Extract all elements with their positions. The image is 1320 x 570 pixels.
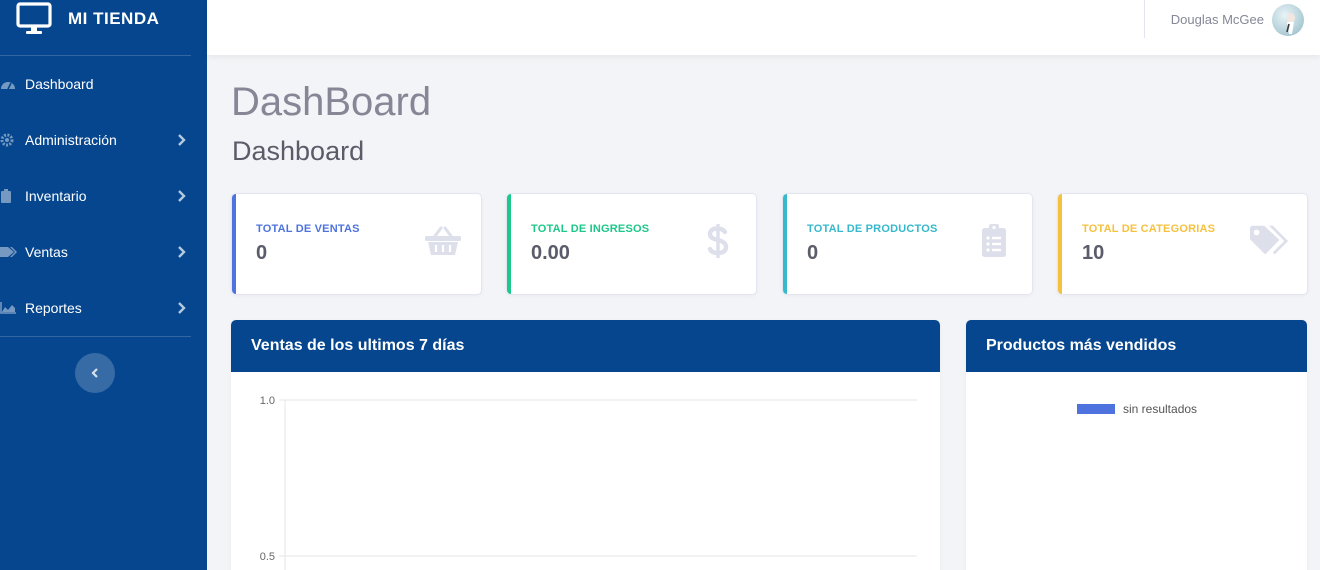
chart-legend-item[interactable]: sin resultados [1077,402,1197,416]
tachometer-icon [0,77,22,91]
sidebar-item-dashboard[interactable]: Dashboard [0,56,207,112]
card-label: TOTAL DE CATEGORIAS [1082,223,1216,235]
dollar-icon [698,224,738,258]
chevron-right-icon [178,190,186,202]
user-name[interactable]: Douglas McGee [1171,12,1264,27]
gear-icon [0,133,22,147]
chevron-right-icon [178,302,186,314]
y-tick-label: 0.5 [260,551,275,563]
panel-title: Ventas de los ultimos 7 días [231,320,940,372]
card-accent [1058,194,1062,294]
sidebar-item-reportes[interactable]: Reportes [0,280,207,336]
brand-title: MI TIENDA [68,8,160,28]
clipboard-icon [0,189,22,203]
sidebar-item-inventario[interactable]: Inventario [0,168,207,224]
sidebar-item-label: Ventas [25,244,68,260]
monitor-icon [16,1,52,34]
legend-label: sin resultados [1123,402,1198,416]
sidebar-divider [0,336,191,337]
sales-chart-svg: 1.0 0.5 [260,395,917,570]
sidebar-item-label: Administración [25,132,117,148]
topbar: Douglas McGee [207,0,1320,55]
card-value: 10 [1082,242,1105,264]
clipboard-list-icon [974,224,1014,258]
card-total-ventas: TOTAL DE VENTAS 0 [231,193,482,295]
area-chart-icon [0,301,22,315]
card-value: 0 [807,242,819,264]
card-label: TOTAL DE INGRESOS [531,223,650,235]
sales-chart-panel: Ventas de los ultimos 7 días 1.0 0.5 [231,320,940,570]
card-total-productos: TOTAL DE PRODUCTOS 0 [782,193,1033,295]
card-total-categorias: TOTAL DE CATEGORIAS 10 [1057,193,1308,295]
y-tick-label: 1.0 [260,395,275,407]
chevron-left-icon [91,368,98,378]
sidebar-item-label: Dashboard [25,76,94,92]
card-value: 0.00 [531,242,570,264]
sidebar: MI TIENDA Dashboard Administración Inven… [0,0,207,570]
card-total-ingresos: TOTAL DE INGRESOS 0.00 [506,193,757,295]
sidebar-nav: Dashboard Administración Inventario Vent… [0,56,207,336]
card-label: TOTAL DE PRODUCTOS [807,223,938,235]
panel-title: Productos más vendidos [966,320,1307,372]
top-products-chart: sin resultados [966,372,1307,570]
sidebar-item-administracion[interactable]: Administración [0,112,207,168]
sidebar-item-label: Reportes [25,300,82,316]
chevron-right-icon [178,246,186,258]
sidebar-item-label: Inventario [25,188,87,204]
top-products-panel: Productos más vendidos sin resultados [966,320,1307,570]
topbar-divider [1144,0,1145,38]
tags-icon [0,245,22,259]
brand[interactable]: MI TIENDA [0,0,191,56]
card-accent [232,194,236,294]
page-title: DashBoard [231,80,432,124]
card-label: TOTAL DE VENTAS [256,223,360,235]
sidebar-toggle-button[interactable] [75,353,115,393]
page-subtitle: Dashboard [232,136,365,166]
sidebar-item-ventas[interactable]: Ventas [0,224,207,280]
user-avatar-image [1286,13,1295,34]
basket-icon [423,224,463,258]
card-value: 0 [256,242,268,264]
card-accent [507,194,511,294]
avatar[interactable] [1272,4,1304,36]
tags-icon [1249,224,1289,258]
chevron-right-icon [178,134,186,146]
legend-swatch [1077,404,1115,414]
sales-chart: 1.0 0.5 [231,372,940,570]
card-accent [783,194,787,294]
